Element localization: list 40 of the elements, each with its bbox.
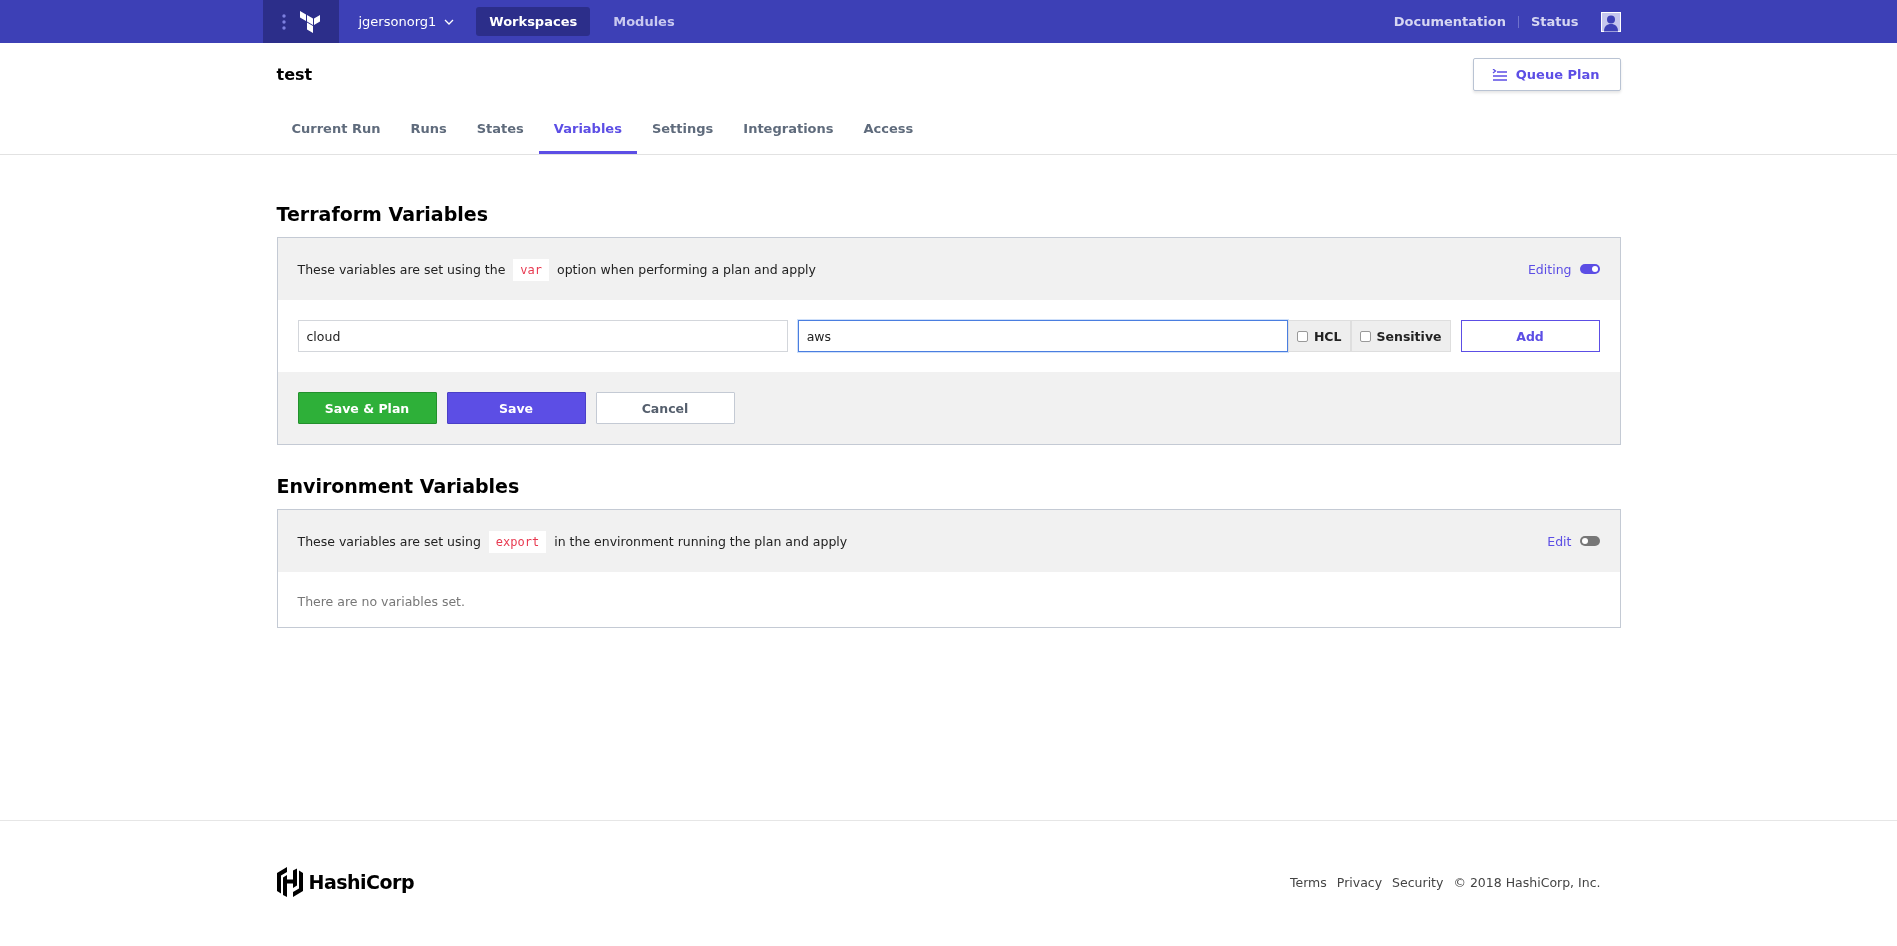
nav-link[interactable]: Documentation xyxy=(1393,14,1506,29)
nav-link[interactable]: Modules xyxy=(600,7,688,36)
nav-link[interactable]: Workspaces xyxy=(476,7,591,36)
add-button[interactable]: Add xyxy=(1460,320,1600,352)
menu-dots-icon[interactable] xyxy=(281,13,286,30)
key-input-field[interactable]: cloud xyxy=(297,320,788,352)
workspace-tab[interactable]: Access xyxy=(848,111,929,154)
nav-link[interactable]: Status xyxy=(1530,14,1579,29)
checkbox-option[interactable]: Sensitive xyxy=(1350,320,1451,352)
footer-link[interactable]: Security xyxy=(1392,874,1444,890)
checkbox[interactable] xyxy=(1296,330,1308,342)
logo-icon[interactable] xyxy=(299,10,320,33)
organization-dropdown[interactable]: jgersonorg1 xyxy=(358,14,455,29)
copyright-text: © 2018 HashiCorp, Inc. xyxy=(1453,874,1601,890)
chevron-down-icon xyxy=(444,18,455,25)
workspace-tab[interactable]: Current Run xyxy=(276,111,396,154)
workspace-tab[interactable]: States xyxy=(461,111,539,154)
edit-toggle-label[interactable]: Edit xyxy=(1547,533,1572,549)
checkbox-option[interactable]: HCL xyxy=(1287,320,1351,352)
checkbox[interactable] xyxy=(1359,330,1371,342)
queue-plan-button[interactable]: Queue Plan xyxy=(1472,58,1621,91)
workspace-tab[interactable]: Settings xyxy=(636,111,729,154)
brand-name: HashiCorp xyxy=(308,871,415,893)
workspace-tab[interactable]: Integrations xyxy=(728,111,849,154)
value-input-field[interactable]: aws xyxy=(797,320,1288,352)
hashicorp-logo-icon xyxy=(276,867,303,897)
section-title: Terraform Variables xyxy=(276,203,489,225)
toggle-switch[interactable] xyxy=(1579,264,1600,274)
queue-icon xyxy=(1491,68,1508,81)
workspace-tab[interactable]: Runs xyxy=(395,111,462,154)
workspace-title: test xyxy=(276,65,313,84)
toggle-switch[interactable] xyxy=(1579,536,1600,546)
user-avatar-icon[interactable] xyxy=(1600,11,1621,32)
primary-action-button[interactable]: Save xyxy=(446,392,586,424)
footer-link[interactable]: Terms xyxy=(1290,874,1327,890)
edit-toggle-label[interactable]: Editing xyxy=(1527,261,1572,277)
footer-link[interactable]: Privacy xyxy=(1336,874,1383,890)
section-title: Environment Variables xyxy=(276,475,521,497)
workspace-tab[interactable]: Variables xyxy=(538,111,637,154)
secondary-action-button[interactable]: Cancel xyxy=(595,392,735,424)
